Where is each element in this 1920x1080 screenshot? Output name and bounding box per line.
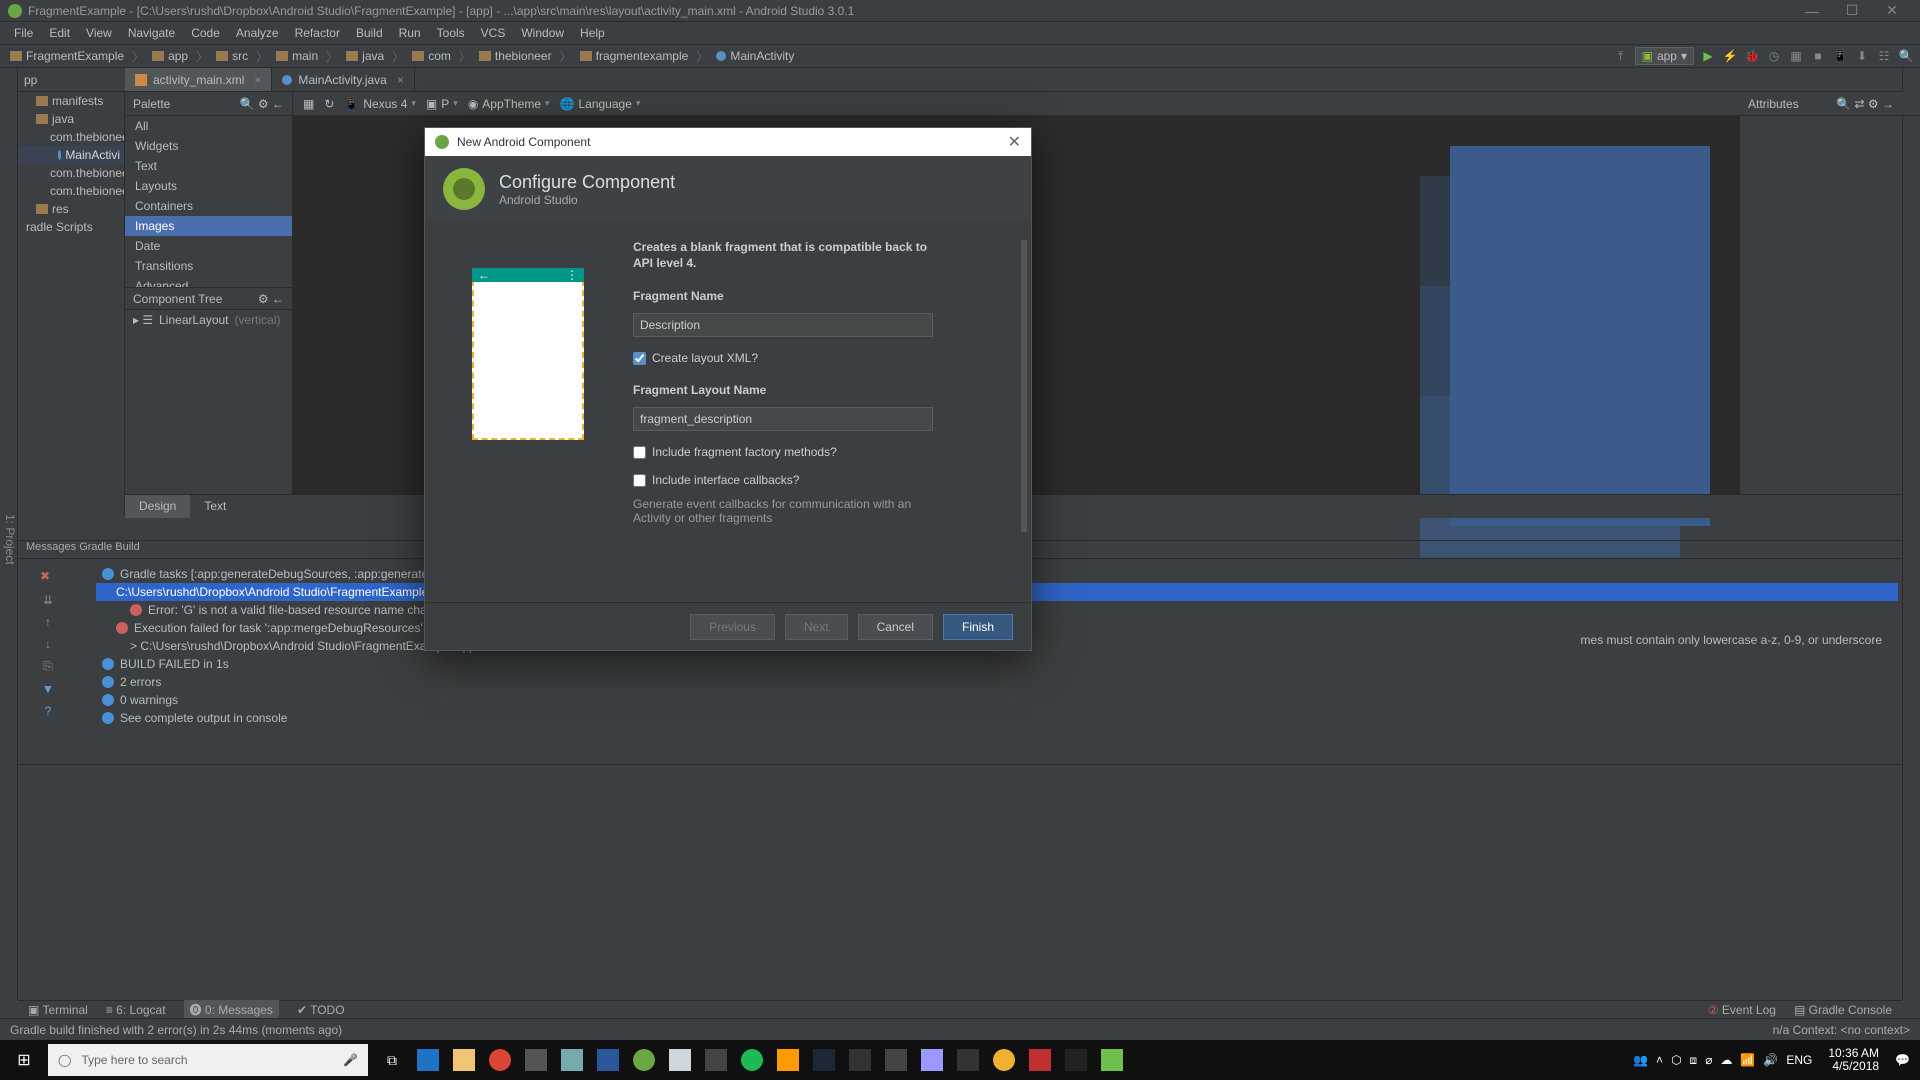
search-placeholder: Type here to search	[81, 1053, 187, 1067]
finish-button[interactable]: Finish	[943, 614, 1013, 640]
steam-icon[interactable]	[806, 1040, 842, 1080]
dialog-scrollbar[interactable]	[1021, 240, 1027, 532]
app-icon[interactable]	[986, 1040, 1022, 1080]
windows-taskbar: ⊞ ◯ Type here to search 🎤 ⧉ 👥 ˄ ⬡ ⧈ ⌀ ☁	[0, 1040, 1920, 1080]
premiere-icon[interactable]	[914, 1040, 950, 1080]
callbacks-checkbox[interactable]	[633, 474, 646, 487]
fragment-name-input[interactable]	[633, 313, 933, 337]
dialog-buttons: Previous Next Cancel Finish	[425, 602, 1031, 650]
edge-icon[interactable]	[410, 1040, 446, 1080]
calculator-icon[interactable]	[878, 1040, 914, 1080]
android-icon	[443, 168, 485, 210]
tray-icon[interactable]: ⬡	[1671, 1053, 1681, 1067]
create-layout-label: Create layout XML?	[652, 351, 758, 365]
dialog-heading: Configure Component	[499, 172, 675, 193]
callbacks-label: Include interface callbacks?	[652, 473, 799, 487]
wifi-icon[interactable]: 📶	[1740, 1053, 1755, 1067]
dialog-close-button[interactable]: ✕	[1008, 132, 1021, 152]
template-description: Creates a blank fragment that is compati…	[633, 240, 943, 271]
explorer-icon[interactable]	[446, 1040, 482, 1080]
next-button[interactable]: Next	[785, 614, 848, 640]
cortana-icon: ◯	[58, 1053, 71, 1067]
language-indicator[interactable]: ENG	[1786, 1053, 1812, 1067]
dropbox-tray-icon[interactable]: ⧈	[1690, 1053, 1698, 1068]
app-icon[interactable]	[842, 1040, 878, 1080]
people-icon[interactable]: 👥	[1633, 1053, 1648, 1067]
modal-overlay: New Android Component ✕ Configure Compon…	[0, 0, 1920, 1040]
app-icon[interactable]	[1022, 1040, 1058, 1080]
dialog-title-bar[interactable]: New Android Component ✕	[425, 128, 1031, 156]
layout-name-input[interactable]	[633, 407, 933, 431]
android-studio-icon	[435, 135, 449, 149]
previous-button[interactable]: Previous	[690, 614, 775, 640]
onedrive-icon[interactable]: ☁	[1720, 1053, 1732, 1067]
dialog-subheading: Android Studio	[499, 193, 675, 207]
cancel-button[interactable]: Cancel	[858, 614, 933, 640]
factory-label: Include fragment factory methods?	[652, 445, 837, 459]
tray-icon[interactable]: ⌀	[1705, 1053, 1712, 1067]
spotify-icon[interactable]	[734, 1040, 770, 1080]
callbacks-hint: Generate event callbacks for communicati…	[633, 497, 943, 525]
mic-icon: 🎤	[343, 1053, 358, 1067]
app-icon[interactable]	[698, 1040, 734, 1080]
fragment-name-label: Fragment Name	[633, 289, 1003, 303]
illustrator-icon[interactable]	[770, 1040, 806, 1080]
app-icon[interactable]	[518, 1040, 554, 1080]
task-view-icon[interactable]: ⧉	[374, 1040, 410, 1080]
app-icon[interactable]	[554, 1040, 590, 1080]
dialog-title: New Android Component	[457, 135, 590, 149]
layout-name-label: Fragment Layout Name	[633, 383, 1003, 397]
create-layout-checkbox[interactable]	[633, 352, 646, 365]
factory-checkbox[interactable]	[633, 446, 646, 459]
taskbar-search[interactable]: ◯ Type here to search 🎤	[48, 1044, 368, 1076]
system-tray[interactable]: 👥 ˄ ⬡ ⧈ ⌀ ☁ 📶 🔊 ENG 10:36 AM4/5/2018 💬	[1623, 1047, 1920, 1073]
notifications-icon[interactable]: 💬	[1895, 1053, 1910, 1067]
volume-icon[interactable]: 🔊	[1763, 1053, 1778, 1067]
menu-dots-icon: ⋮	[566, 268, 578, 282]
app-icon[interactable]	[950, 1040, 986, 1080]
app-icon[interactable]	[662, 1040, 698, 1080]
android-studio-taskbar-icon[interactable]	[626, 1040, 662, 1080]
unity-icon[interactable]	[1058, 1040, 1094, 1080]
new-component-dialog: New Android Component ✕ Configure Compon…	[424, 127, 1032, 651]
dialog-banner: Configure Component Android Studio	[425, 156, 1031, 222]
app-icon[interactable]	[1094, 1040, 1130, 1080]
tray-chevron-icon[interactable]: ˄	[1656, 1053, 1663, 1067]
chrome-icon[interactable]	[482, 1040, 518, 1080]
template-preview: ←⋮	[443, 240, 613, 584]
word-icon[interactable]	[590, 1040, 626, 1080]
clock[interactable]: 10:36 AM4/5/2018	[1820, 1047, 1887, 1073]
back-arrow-icon: ←	[478, 268, 490, 282]
start-button[interactable]: ⊞	[0, 1050, 48, 1070]
